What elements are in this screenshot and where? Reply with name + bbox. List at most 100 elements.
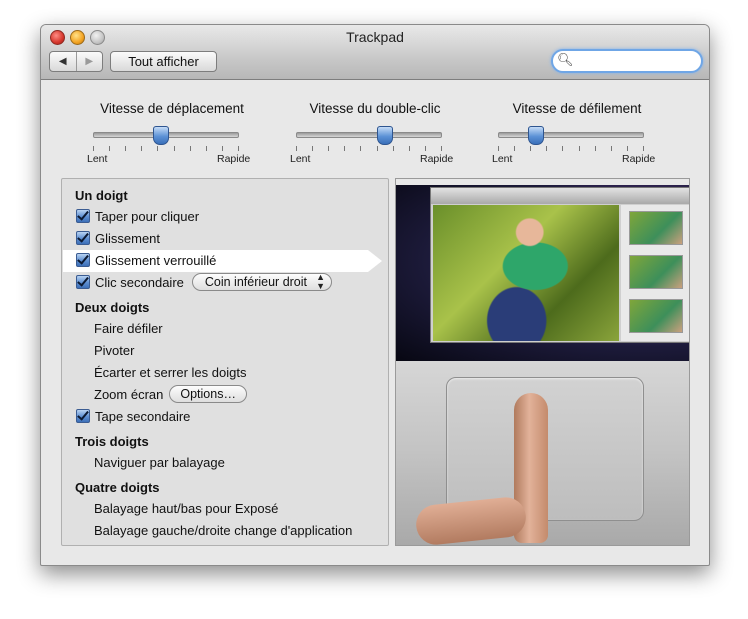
option-expose-swipe[interactable]: Balayage haut/bas pour Exposé [94, 498, 278, 518]
option-switch-app-swipe[interactable]: Balayage gauche/droite change d'applicat… [94, 520, 352, 540]
slider-tick [408, 146, 410, 151]
slider-tick [498, 146, 499, 151]
demo-thumbnail [629, 255, 683, 289]
tracking-speed-knob[interactable] [153, 126, 170, 145]
section-four-fingers: Quatre doigts [75, 480, 160, 495]
tap-to-click-label: Taper pour cliquer [95, 208, 200, 224]
search-input[interactable] [575, 52, 697, 70]
pinch-label: Écarter et serrer les doigts [94, 364, 247, 380]
slider-tick [296, 146, 297, 151]
double-click-speed-title: Vitesse du double-clic [309, 101, 441, 116]
slider-tick [392, 146, 394, 151]
double-click-speed-max-label: Rapide [420, 153, 454, 165]
demo-trackpad-area [396, 361, 689, 545]
slider-tick [546, 146, 548, 151]
demo-menubar [396, 179, 689, 185]
slider-tick [189, 146, 191, 151]
secondary-click-label: Clic secondaire [95, 274, 184, 290]
zoom-options-button[interactable]: Options… [169, 385, 247, 403]
show-all-button[interactable]: Tout afficher [110, 51, 217, 72]
slider-tick [360, 146, 362, 151]
gesture-demo-video [395, 178, 690, 546]
slider-tick [109, 146, 111, 151]
slider-tick [642, 146, 644, 151]
double-click-speed-min-label: Lent [290, 153, 311, 165]
slider-tick [344, 146, 346, 151]
section-two-fingers: Deux doigts [75, 300, 150, 315]
back-forward-control: ◀ ▶ [49, 51, 103, 72]
swipe-navigate-label: Naviguer par balayage [94, 454, 225, 470]
scroll-label: Faire défiler [94, 320, 163, 336]
search-icon: 🔍︎ [557, 52, 574, 67]
drag-lock-checkbox[interactable] [76, 253, 90, 267]
rotate-label: Pivoter [94, 342, 135, 358]
scrolling-speed-knob[interactable] [527, 126, 544, 145]
option-scroll[interactable]: Faire défiler [94, 318, 163, 338]
demo-thumbnail [629, 211, 683, 245]
option-dragging[interactable]: Glissement [76, 228, 160, 248]
option-secondary-click[interactable]: Clic secondaire Coin inférieur droit ▲ ▼ [76, 272, 333, 292]
tracking-speed-ticks [93, 146, 239, 152]
tracking-speed-min-label: Lent [87, 153, 108, 165]
demo-screen [396, 179, 689, 361]
forward-arrow-icon: ▶ [85, 56, 94, 67]
slider-tick [424, 146, 426, 151]
option-drag-lock[interactable]: Glissement verrouillé [76, 250, 216, 270]
double-click-speed-ticks [296, 146, 442, 152]
scrolling-speed-ticks [498, 146, 644, 152]
search-field[interactable]: 🔍︎ [551, 49, 703, 73]
slider-tick [312, 146, 314, 151]
tracking-speed-max-label: Rapide [217, 153, 251, 165]
tracking-speed-title: Vitesse de déplacement [100, 101, 244, 116]
slider-tick [141, 146, 143, 151]
slider-tick [594, 146, 596, 151]
double-click-speed-knob[interactable] [376, 126, 393, 145]
scrolling-speed-min-label: Lent [492, 153, 513, 165]
forward-button[interactable]: ▶ [77, 52, 103, 71]
drag-lock-label: Glissement verrouillé [95, 252, 217, 268]
slider-tick [205, 146, 207, 151]
titlebar: Trackpad ◀ ▶ Tout afficher 🔍︎ [41, 25, 709, 80]
slider-tick [376, 146, 378, 151]
secondary-click-checkbox[interactable] [76, 275, 90, 289]
slider-tick [530, 146, 532, 151]
secondary-tap-checkbox[interactable] [76, 409, 90, 423]
window-title: Trackpad [346, 29, 404, 45]
back-arrow-icon: ◀ [58, 56, 67, 67]
dragging-checkbox[interactable] [76, 231, 90, 245]
slider-tick [578, 146, 580, 151]
scrolling-speed-max-label: Rapide [622, 153, 656, 165]
tracking-speed-slider-group: Vitesse de déplacement Lent Rapide [87, 101, 255, 165]
slider-tick [328, 146, 330, 151]
option-pinch[interactable]: Écarter et serrer les doigts [94, 362, 246, 382]
slider-tick [440, 146, 442, 151]
option-rotate[interactable]: Pivoter [94, 340, 134, 360]
switch-app-swipe-label: Balayage gauche/droite change d'applicat… [94, 522, 353, 538]
option-swipe-navigate[interactable]: Naviguer par balayage [94, 452, 225, 472]
option-tap-to-click[interactable]: Taper pour cliquer [76, 206, 199, 226]
slider-tick [173, 146, 175, 151]
gesture-list-panel: Un doigt Taper pour cliquer Glissement G… [61, 178, 389, 546]
demo-thumbnail [629, 299, 683, 333]
slider-tick [562, 146, 564, 151]
double-click-speed-track[interactable] [296, 132, 442, 138]
secondary-tap-label: Tape secondaire [95, 408, 191, 424]
demo-photo [433, 205, 619, 341]
back-button[interactable]: ◀ [50, 52, 77, 71]
expose-swipe-label: Balayage haut/bas pour Exposé [94, 500, 279, 516]
option-secondary-tap[interactable]: Tape secondaire [76, 406, 190, 426]
slider-tick [626, 146, 628, 151]
popup-arrows-icon: ▲ ▼ [316, 272, 326, 291]
secondary-click-popup[interactable]: Coin inférieur droit ▲ ▼ [191, 272, 333, 291]
screen-zoom-label: Zoom écran [94, 386, 164, 402]
tap-to-click-checkbox[interactable] [76, 209, 90, 223]
scrolling-speed-title: Vitesse de défilement [512, 101, 642, 116]
slider-tick [93, 146, 94, 151]
scrolling-speed-track[interactable] [498, 132, 644, 138]
option-screen-zoom[interactable]: Zoom écran Options… [94, 384, 247, 404]
slider-tick [514, 146, 516, 151]
double-click-speed-slider-group: Vitesse du double-clic Lent Rapide [290, 101, 458, 165]
selected-row-pointer [368, 250, 382, 272]
preferences-window: Trackpad ◀ ▶ Tout afficher 🔍︎ Vitesse de… [40, 24, 710, 566]
demo-app-window [430, 187, 689, 343]
